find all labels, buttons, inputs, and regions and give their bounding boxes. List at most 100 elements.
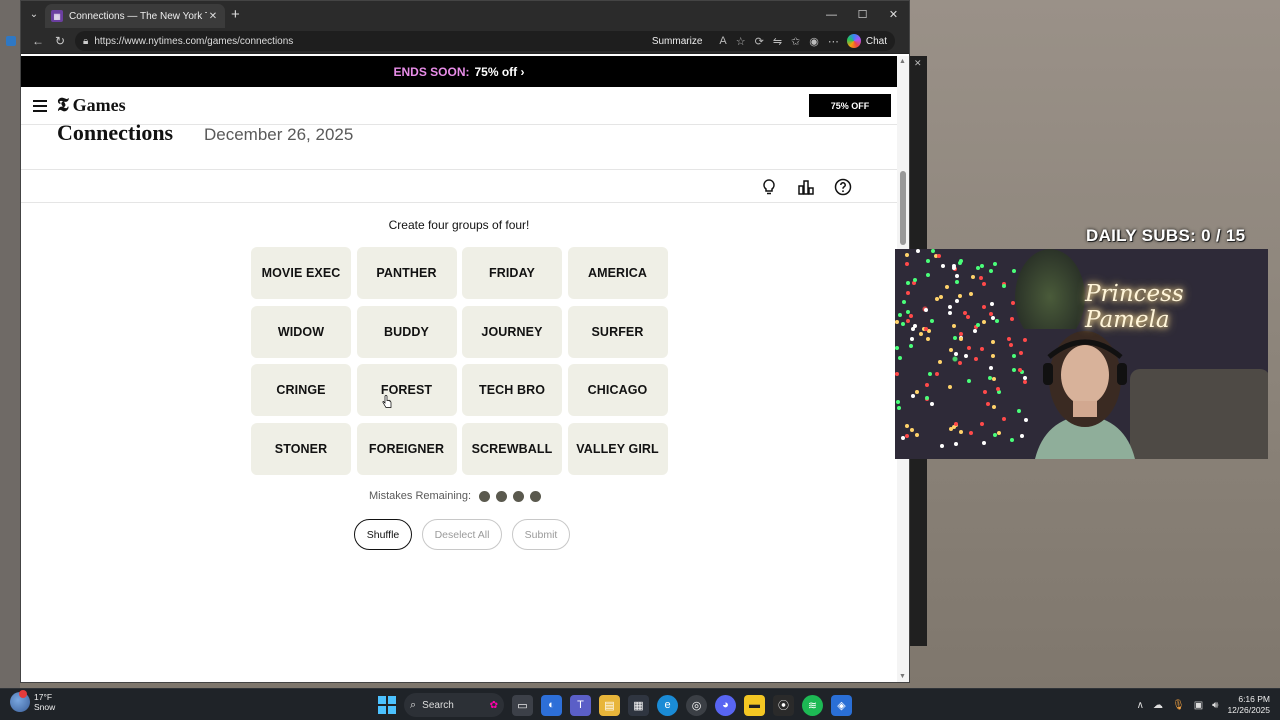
light-bulb — [993, 433, 997, 437]
tab-connections[interactable]: ▦ Connections — The New York Tim ✕ — [45, 4, 225, 28]
game-title: Connections — [57, 120, 174, 145]
light-bulb — [953, 336, 957, 340]
streamer-person — [1035, 331, 1135, 459]
back-icon[interactable]: ← — [27, 30, 49, 52]
tray-app-icon[interactable]: ☁ — [1153, 700, 1163, 711]
light-bulb — [980, 422, 984, 426]
display-icon[interactable]: ▣ — [1194, 700, 1203, 711]
word-tile[interactable]: STONER — [251, 423, 351, 476]
obs-icon[interactable]: ⦿ — [773, 694, 794, 716]
favorite-star-icon[interactable]: ☆ — [736, 35, 746, 48]
store-icon[interactable]: ▦ — [628, 694, 649, 716]
submit-button[interactable]: Submit — [512, 519, 570, 550]
split-screen-icon[interactable]: ⇋ — [773, 35, 782, 48]
volume-icon[interactable]: 🔊︎ — [1212, 700, 1218, 711]
lock-icon[interactable]: 🔒︎ — [83, 36, 88, 47]
promo-banner[interactable]: ENDS SOON: 75% off › — [21, 56, 897, 87]
tab-actions-icon[interactable]: ⌄ — [25, 5, 43, 23]
subscribe-button[interactable]: 75% OFF — [809, 94, 891, 117]
edge-icon[interactable]: e — [657, 694, 678, 716]
webcam-feed: Princess Pamela — [895, 249, 1268, 459]
url-field[interactable]: 🔒︎ https://www.nytimes.com/games/connect… — [75, 31, 895, 51]
windows-start-icon[interactable] — [378, 696, 396, 714]
mistakes-label: Mistakes Remaining: — [369, 490, 472, 502]
light-bulb — [948, 305, 952, 309]
clock[interactable]: 6:16 PM 12/26/2025 — [1227, 694, 1270, 716]
tray-chevron-icon[interactable]: ∧ — [1137, 700, 1144, 711]
word-tile[interactable]: JOURNEY — [462, 305, 562, 358]
more-icon[interactable]: ⋯ — [828, 35, 839, 48]
summarize-button[interactable]: Summarize — [652, 36, 703, 47]
url-text[interactable]: https://www.nytimes.com/games/connection… — [94, 36, 651, 47]
close-window-icon[interactable]: ✕ — [878, 1, 909, 28]
light-bulb — [980, 347, 984, 351]
word-tile[interactable]: AMERICA — [567, 247, 668, 299]
word-tile[interactable]: SURFER — [567, 305, 668, 358]
microphone-icon[interactable]: 🎙︎ — [1172, 700, 1185, 711]
refresh-icon[interactable]: ↻ — [49, 30, 71, 52]
light-bulb — [905, 262, 909, 266]
instructions-text: Create four groups of four! — [388, 218, 530, 232]
minimize-icon[interactable]: — — [816, 1, 847, 28]
word-tile[interactable]: FOREIGNER — [356, 423, 457, 476]
scrollbar-thumb[interactable] — [900, 171, 906, 245]
word-tile[interactable]: MOVIE EXEC — [251, 247, 351, 299]
close-tab-icon[interactable]: ✕ — [207, 11, 219, 22]
favorites-icon[interactable]: ✩ — [791, 35, 800, 48]
word-tile[interactable]: CRINGE — [251, 364, 351, 417]
word-tile[interactable]: TECH BRO — [462, 364, 562, 417]
nyt-games-logo[interactable]: 𝕿 Games — [57, 95, 126, 117]
copilot-chat-button[interactable]: Chat — [846, 34, 887, 48]
light-bulb — [931, 249, 935, 253]
word-tile[interactable]: CHICAGO — [567, 364, 668, 417]
profile-icon[interactable]: ◉ — [809, 35, 819, 48]
light-bulb — [906, 281, 910, 285]
system-tray: ∧ ☁ 🎙︎ ▣ 🔊︎ 6:16 PM 12/26/2025 — [1137, 691, 1270, 719]
discord-icon[interactable]: ◕ — [715, 694, 736, 716]
task-view-icon[interactable]: ▭ — [512, 694, 533, 716]
scroll-down-icon[interactable]: ▼ — [899, 673, 906, 680]
light-bulb — [1002, 284, 1006, 288]
teams-icon[interactable]: T — [570, 694, 591, 716]
word-tile[interactable]: FOREST — [356, 364, 457, 417]
light-bulb — [958, 361, 962, 365]
light-bulb — [905, 424, 909, 428]
word-tile[interactable]: BUDDY — [356, 305, 457, 358]
shuffle-button[interactable]: Shuffle — [354, 519, 412, 550]
sticky-notes-icon[interactable]: ▬ — [744, 694, 765, 716]
read-aloud-icon[interactable]: A — [719, 35, 726, 47]
help-icon[interactable] — [834, 178, 852, 196]
word-tile[interactable]: FRIDAY — [462, 247, 562, 299]
word-tile[interactable]: SCREWBALL — [462, 423, 562, 476]
scroll-up-icon[interactable]: ▲ — [899, 58, 906, 65]
light-bulb — [926, 337, 930, 341]
file-explorer-icon[interactable]: ▤ — [599, 694, 620, 716]
promo-offer[interactable]: 75% off › — [475, 65, 525, 79]
light-bulb — [915, 433, 919, 437]
nyt-games-favicon-icon: ▦ — [51, 10, 63, 22]
desktop-icon[interactable] — [6, 36, 16, 46]
extensions-icon[interactable]: ⟳ — [755, 35, 764, 48]
word-tile[interactable]: VALLEY GIRL — [567, 423, 668, 476]
light-bulb — [926, 273, 930, 277]
taskbar-search[interactable]: ⌕ Search ✿ — [404, 693, 504, 717]
weather-widget[interactable]: 17°F Snow — [10, 690, 55, 712]
stats-icon[interactable] — [797, 178, 815, 196]
maximize-icon[interactable]: ☐ — [847, 1, 878, 28]
background-window-close-icon[interactable]: ✕ — [914, 58, 922, 69]
light-bulb — [959, 332, 963, 336]
copilot-app-icon[interactable]: ◐ — [541, 694, 562, 716]
light-bulb — [925, 383, 929, 387]
hint-lightbulb-icon[interactable] — [760, 178, 778, 196]
light-bulb — [959, 337, 963, 341]
word-tile[interactable]: PANTHER — [356, 247, 457, 299]
new-tab-icon[interactable]: + — [231, 6, 240, 23]
spotify-icon[interactable]: ≋ — [802, 694, 823, 716]
streamlabs-icon[interactable]: ◈ — [831, 694, 852, 716]
word-tile[interactable]: WIDOW — [251, 305, 351, 358]
search-icon: ⌕ — [410, 698, 417, 711]
chrome-icon[interactable]: ◎ — [686, 694, 707, 716]
hamburger-menu-icon[interactable] — [33, 99, 47, 112]
deselect-all-button[interactable]: Deselect All — [422, 519, 502, 550]
light-bulb — [982, 282, 986, 286]
